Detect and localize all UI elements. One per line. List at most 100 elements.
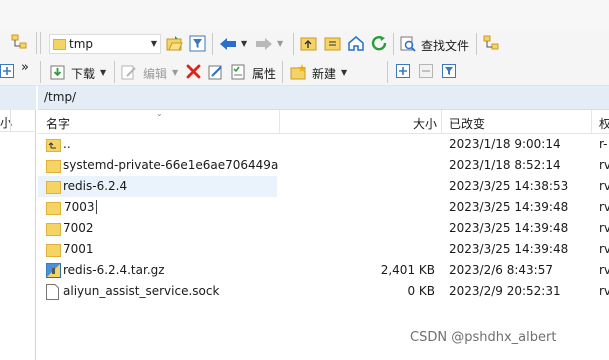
column-separator — [10, 110, 11, 132]
remote-file-list: .. 2023/1/18 9:00:14 r- systemd-private-… — [38, 134, 609, 360]
size-column-header[interactable]: 大小 — [413, 115, 437, 132]
table-row[interactable]: 7002 2023/3/25 14:39:48 rv — [38, 218, 609, 239]
file-modified: 2023/1/18 9:00:14 — [449, 137, 561, 151]
local-path-bar — [0, 86, 36, 110]
file-modified: 2023/3/25 14:39:48 — [449, 242, 569, 256]
select-all-icon[interactable] — [396, 64, 410, 78]
file-list-header: 名字 ⌄ 大小 已改变 权 — [38, 109, 609, 134]
file-name: 7003 — [63, 200, 97, 214]
file-permissions: rv — [599, 179, 609, 193]
filter-icon[interactable] — [189, 35, 206, 52]
rename-icon[interactable] — [208, 64, 224, 80]
parent-folder-icon — [46, 139, 61, 152]
file-permissions: rv — [599, 158, 609, 172]
local-column-header[interactable]: 小 — [0, 110, 36, 132]
file-modified: 2023/2/9 20:52:31 — [449, 284, 561, 298]
file-modified: 2023/1/18 8:52:14 — [449, 158, 561, 172]
file-modified: 2023/3/25 14:38:53 — [449, 179, 569, 193]
folder-icon — [46, 160, 61, 173]
folder-icon — [46, 181, 61, 194]
local-panel: 小 — [0, 86, 36, 360]
edit-icon[interactable] — [121, 64, 137, 80]
name-column-header[interactable]: 名字 — [46, 115, 70, 132]
toolbar-overflow-button[interactable]: » — [21, 60, 29, 75]
sort-ascending-icon: ⌄ — [156, 109, 163, 118]
file-name: 7002 — [63, 221, 94, 235]
file-permissions: rv — [599, 263, 609, 277]
table-row[interactable]: aliyun_assist_service.sock 0 KB 2023/2/9… — [38, 281, 609, 302]
table-row[interactable]: 7003 2023/3/25 14:39:48 rv — [38, 197, 609, 218]
table-row[interactable]: systemd-private-66e1e6ae706449a... 2023/… — [38, 155, 609, 176]
file-modified: 2023/3/25 14:39:48 — [449, 221, 569, 235]
watermark: CSDN @pshdhx_albert — [410, 330, 557, 345]
current-path: /tmp/ — [44, 90, 77, 104]
table-row[interactable]: redis-6.2.4 2023/3/25 14:38:53 rv — [38, 176, 609, 197]
toolbar-separator — [40, 61, 41, 83]
tree-sync-icon[interactable] — [483, 35, 500, 52]
new-button[interactable]: 新建 — [312, 65, 336, 82]
back-arrow-icon[interactable] — [219, 37, 237, 51]
tree-view-icon[interactable] — [11, 34, 28, 51]
download-dropdown-icon[interactable]: ▼ — [100, 68, 106, 77]
table-row[interactable]: 7001 2023/3/25 14:39:48 rv — [38, 239, 609, 260]
file-modified: 2023/3/25 14:39:48 — [449, 200, 569, 214]
download-icon[interactable] — [50, 64, 66, 80]
file-name: systemd-private-66e1e6ae706449a... — [63, 158, 278, 172]
refresh-icon[interactable] — [371, 35, 388, 52]
edit-button[interactable]: 编辑 — [143, 65, 167, 82]
back-dropdown-icon[interactable]: ▼ — [241, 39, 247, 48]
file-name: redis-6.2.4 — [63, 179, 128, 193]
path-combo[interactable]: tmp ▼ — [49, 34, 161, 54]
properties-icon[interactable] — [231, 64, 247, 80]
toolbar-separator — [36, 32, 37, 54]
home-icon[interactable] — [347, 35, 365, 52]
edit-dropdown-icon[interactable]: ▼ — [172, 68, 178, 77]
forward-dropdown-icon[interactable]: ▼ — [277, 39, 283, 48]
modified-column-header[interactable]: 已改变 — [449, 115, 485, 132]
file-name-cell: 7003 — [63, 200, 278, 214]
file-name: 7001 — [63, 242, 94, 256]
new-dropdown-icon[interactable]: ▼ — [341, 68, 347, 77]
file-permissions: rv — [599, 221, 609, 235]
folder-icon — [46, 244, 61, 257]
folder-icon — [46, 202, 61, 215]
open-folder-icon[interactable] — [166, 35, 183, 52]
file-permissions: rv — [599, 284, 609, 298]
toolbar-separator — [387, 61, 388, 83]
folder-icon — [53, 39, 66, 50]
remote-path-bar[interactable]: /tmp/ — [38, 86, 609, 110]
delete-icon[interactable] — [186, 64, 201, 79]
toolbar-separator — [282, 61, 283, 83]
forward-arrow-icon[interactable] — [255, 37, 273, 51]
file-permissions: rv — [599, 200, 609, 214]
file-permissions: r- — [599, 137, 608, 151]
filter-files-icon[interactable] — [442, 64, 456, 78]
folder-icon — [46, 223, 61, 236]
root-directory-icon[interactable] — [324, 35, 341, 52]
toolbar-separator — [40, 32, 41, 54]
table-row[interactable]: redis-6.2.4.tar.gz 2,401 KB 2023/2/6 8:4… — [38, 260, 609, 281]
column-separator — [591, 110, 592, 134]
path-combo-value: tmp — [69, 37, 94, 51]
window-top-strip — [0, 0, 609, 29]
properties-button[interactable]: 属性 — [252, 65, 276, 82]
parent-directory-icon[interactable] — [300, 35, 317, 52]
find-files-button[interactable]: 查找文件 — [421, 37, 469, 54]
find-files-icon[interactable] — [400, 36, 416, 52]
file-icon — [46, 284, 59, 300]
file-modified: 2023/2/6 8:43:57 — [449, 263, 553, 277]
new-item-icon[interactable] — [290, 64, 307, 80]
permissions-column-header[interactable]: 权 — [599, 115, 609, 132]
file-name: .. — [63, 137, 71, 151]
unselect-all-icon[interactable] — [419, 64, 433, 78]
download-button[interactable]: 下载 — [71, 65, 95, 82]
file-size: 0 KB — [407, 284, 435, 298]
file-name: aliyun_assist_service.sock — [63, 284, 220, 298]
table-row[interactable]: .. 2023/1/18 9:00:14 r- — [38, 134, 609, 155]
archive-icon — [46, 263, 61, 278]
toolbar-separator — [293, 33, 294, 55]
chevron-down-icon[interactable]: ▼ — [151, 39, 157, 48]
toolbar-separator — [476, 33, 477, 55]
toolbar-separator — [212, 33, 213, 55]
new-tab-icon[interactable] — [0, 64, 14, 78]
